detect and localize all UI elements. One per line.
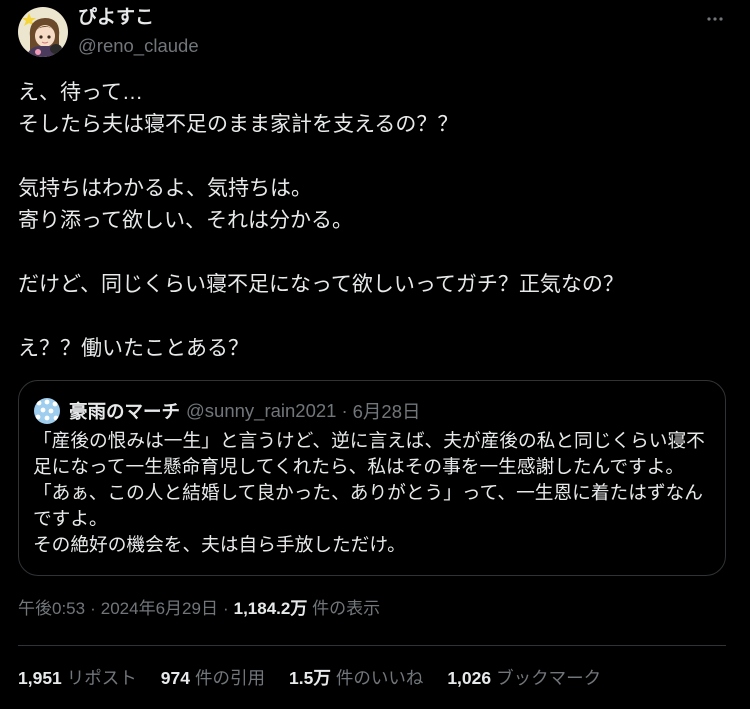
quote-author-avatar	[34, 398, 60, 424]
tweet-paragraph: え？？働いたことある？	[18, 333, 726, 365]
quoted-tweet-text: 「産後の恨みは一生」と言うけど、逆に言えば、夫が産後の私と同じくらい寝不 足にな…	[33, 428, 705, 558]
meta-separator: ·	[90, 599, 96, 618]
quote-date: 6月28日	[352, 401, 421, 422]
profile-avatar[interactable]	[18, 7, 68, 57]
more-horizontal-icon	[707, 17, 723, 21]
author-display-name[interactable]: ぴよすこ	[78, 5, 154, 31]
view-count: 1,184.2万	[233, 599, 308, 618]
divider	[18, 645, 726, 646]
tweet-line: 気持ちはわかるよ、気持ちは。	[18, 177, 312, 200]
quote-line: その絶好の機会を、夫は自ら手放しただけ。	[33, 534, 406, 555]
quote-author-name: 豪雨のマーチ	[69, 401, 181, 422]
quote-author-handle: @sunny_rain2021	[186, 400, 337, 421]
stat-likes[interactable]: 1.5万 件のいいね	[289, 666, 423, 690]
tweet-text: え、待って… そしたら夫は寝不足のまま家計を支えるの？？ 気持ちはわかるよ、気持…	[18, 77, 726, 365]
engagement-stats: 1,951 リポスト 974 件の引用 1.5万 件のいいね 1,026 ブックマーク	[18, 666, 625, 690]
tweet-meta: 午後0:53 · 2024年6月29日 · 1,184.2万 件の表示	[18, 597, 380, 621]
quote-line: ですよ。	[33, 508, 108, 529]
stat-quotes-label: 件の引用	[195, 668, 265, 688]
quote-separator: ·	[341, 400, 348, 421]
post-date[interactable]: 2024年6月29日	[101, 599, 218, 618]
stat-quotes[interactable]: 974 件の引用	[161, 666, 265, 690]
quote-author-avatar-image	[34, 398, 60, 424]
tweet-line: え、待って…	[18, 81, 143, 104]
tweet-line: え？？働いたことある？	[18, 337, 249, 360]
stat-quotes-value: 974	[160, 668, 190, 688]
tweet-line: 寄り添って欲しい、それは分かる。	[18, 209, 353, 232]
stat-reposts-value: 1,951	[18, 668, 62, 688]
stat-likes-value: 1.5万	[289, 668, 331, 688]
tweet-line: そしたら夫は寝不足のまま家計を支えるの？？	[18, 113, 459, 136]
stat-bookmarks: 1,026 ブックマーク	[447, 666, 601, 690]
author-handle[interactable]: @reno_claude	[78, 33, 199, 59]
tweet-paragraph: だけど、同じくらい寝不足になって欲しいってガチ？正気なの？	[18, 269, 726, 301]
quoted-tweet-header: 豪雨のマーチ @sunny_rain2021 · 6月28日	[34, 396, 421, 426]
post-time[interactable]: 午後0:53	[18, 599, 85, 618]
stat-reposts-label: リポスト	[66, 668, 137, 688]
quote-line: 「あぁ、この人と結婚して良かった、ありがとう」って、一生恩に着たはずなん	[33, 482, 703, 503]
stat-reposts[interactable]: 1,951 リポスト	[18, 666, 137, 690]
view-count-label: 件の表示	[312, 599, 381, 618]
quote-line: 足になって一生懸命育児してくれたら、私はその事を一生感謝したんですよ。	[33, 456, 685, 477]
meta-separator: ·	[222, 599, 229, 618]
tweet-paragraph: え、待って… そしたら夫は寝不足のまま家計を支えるの？？	[18, 77, 726, 141]
tweet-line: だけど、同じくらい寝不足になって欲しいってガチ？正気なの？	[18, 273, 624, 296]
stat-bookmarks-label: ブックマーク	[496, 668, 602, 688]
profile-avatar-image	[18, 7, 68, 57]
quote-line: 「産後の恨みは一生」と言うけど、逆に言えば、夫が産後の私と同じくらい寝不	[33, 430, 705, 451]
stat-likes-label: 件のいいね	[335, 668, 424, 688]
more-options-button[interactable]	[703, 7, 727, 31]
quoted-tweet-card[interactable]: 豪雨のマーチ @sunny_rain2021 · 6月28日 「産後の恨みは一生…	[18, 380, 726, 576]
stat-bookmarks-value: 1,026	[447, 668, 492, 688]
tweet-paragraph: 気持ちはわかるよ、気持ちは。 寄り添って欲しい、それは分かる。	[18, 173, 726, 237]
